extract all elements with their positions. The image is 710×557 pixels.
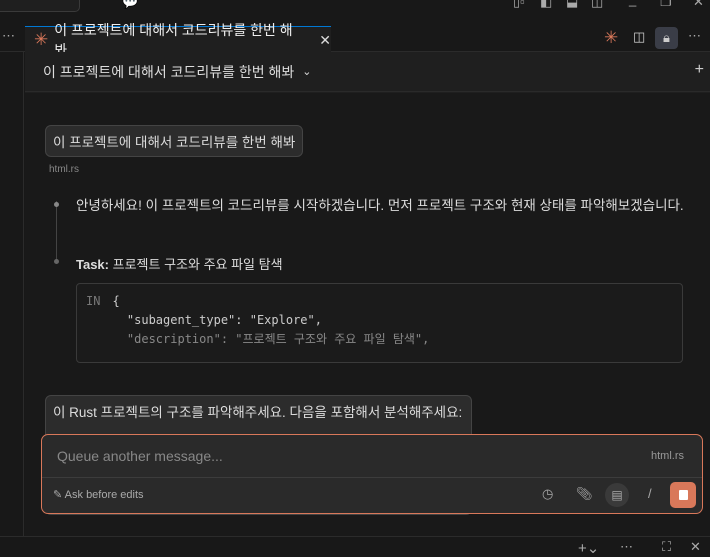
new-chat-icon[interactable]: + (695, 61, 704, 79)
code-line: { (112, 294, 120, 308)
layout-icon[interactable]: ▯▫ (513, 0, 525, 10)
bullet-icon (54, 259, 59, 264)
task-label: Task: (76, 257, 109, 272)
file-context-icon[interactable]: ▤ (605, 483, 629, 507)
slash-command-button[interactable]: / (648, 486, 652, 501)
task-item[interactable]: Task: 프로젝트 구조와 주요 파일 탐색 (76, 254, 283, 273)
tab-chat[interactable]: ✳ 이 프로젝트에 대해서 코드리뷰를 한번 해봐 ✕ (25, 22, 331, 58)
timeline-line (56, 201, 57, 263)
code-in-label: IN (86, 294, 101, 308)
maximize-icon[interactable]: ⛶ (662, 539, 671, 555)
conversation-header[interactable]: 이 프로젝트에 대해서 코드리뷰를 한번 해봐 ⌄ + (25, 52, 710, 92)
split-editor-icon[interactable]: ◫ (633, 29, 645, 45)
mode-button[interactable]: ✎ Ask before edits (53, 488, 144, 501)
context-file[interactable]: html.rs (651, 450, 684, 462)
toggle-panel-icon[interactable]: ⬓ (566, 0, 578, 10)
title-bar: 💬 ▯▫ ◧ ⬓ ◫ _ ❐ ✕ (0, 0, 710, 20)
close-panel-icon[interactable]: ✕ (690, 539, 701, 555)
mode-label: Ask before edits (64, 489, 144, 501)
code-line: "subagent_type": "Explore", (112, 313, 322, 327)
pencil-icon: ✎ (53, 489, 63, 501)
attached-file: html.rs (49, 164, 79, 175)
history-icon[interactable]: ◷ (542, 486, 553, 502)
more-icon[interactable]: ⋯ (2, 28, 15, 44)
assistant-message: 안녕하세요! 이 프로젝트의 코드리뷰를 시작하겠습니다. 먼저 프로젝트 구조… (76, 198, 684, 213)
code-line: "description": "프로젝트 구조와 주요 파일 탐색", (112, 332, 430, 346)
conversation-title: 이 프로젝트에 대해서 코드리뷰를 한번 해봐 (43, 63, 295, 80)
restore-icon[interactable]: ❐ (660, 0, 672, 10)
claude-icon[interactable]: ✳ (604, 28, 618, 48)
add-terminal-icon[interactable]: +⌄ (578, 539, 599, 557)
bullet-icon (54, 202, 59, 207)
close-window-icon[interactable]: ✕ (693, 0, 704, 10)
user-message-text: 이 Rust 프로젝트의 구조를 파악해주세요. 다음을 포함해서 분석해주세요… (53, 405, 463, 420)
more-icon[interactable]: ⋯ (620, 539, 633, 555)
close-tab-icon[interactable]: ✕ (319, 32, 331, 49)
stop-icon (678, 490, 688, 500)
code-block: IN { "subagent_type": "Explore", "descri… (76, 283, 683, 363)
panel-bar: +⌄ ⋯ ⛶ ✕ (0, 536, 710, 557)
chevron-down-icon[interactable]: ⌄ (302, 65, 311, 78)
toggle-sidebar-icon[interactable]: ◧ (540, 0, 552, 10)
claude-icon: ✳ (34, 30, 49, 49)
task-title: 프로젝트 구조와 주요 파일 탐색 (112, 257, 283, 272)
sidebar-edge (0, 52, 24, 536)
lock-icon[interactable]: 🔒︎ (655, 27, 678, 49)
chat-panel: 이 프로젝트에 대해서 코드리뷰를 한번 해봐 ⌄ + 이 프로젝트에 대해서 … (25, 52, 710, 536)
tab-bar: ⋯ ✳ 이 프로젝트에 대해서 코드리뷰를 한번 해봐 ✕ ✳ ◫ 🔒︎ ⋯ (0, 20, 710, 58)
stop-button[interactable] (670, 482, 696, 508)
chat-icon[interactable]: 💬 (122, 0, 138, 10)
toggle-secondary-icon[interactable]: ◫ (591, 0, 603, 10)
minimize-icon[interactable]: _ (629, 0, 636, 7)
more-actions-icon[interactable]: ⋯ (688, 28, 701, 44)
attach-icon[interactable]: 📎︎ (576, 486, 593, 502)
command-center[interactable] (0, 0, 80, 12)
message-input[interactable]: Queue another message... (57, 448, 223, 464)
message-composer: Queue another message... html.rs ✎ Ask b… (41, 434, 703, 514)
divider (42, 477, 702, 478)
user-message: 이 프로젝트에 대해서 코드리뷰를 한번 해봐 (45, 125, 304, 157)
